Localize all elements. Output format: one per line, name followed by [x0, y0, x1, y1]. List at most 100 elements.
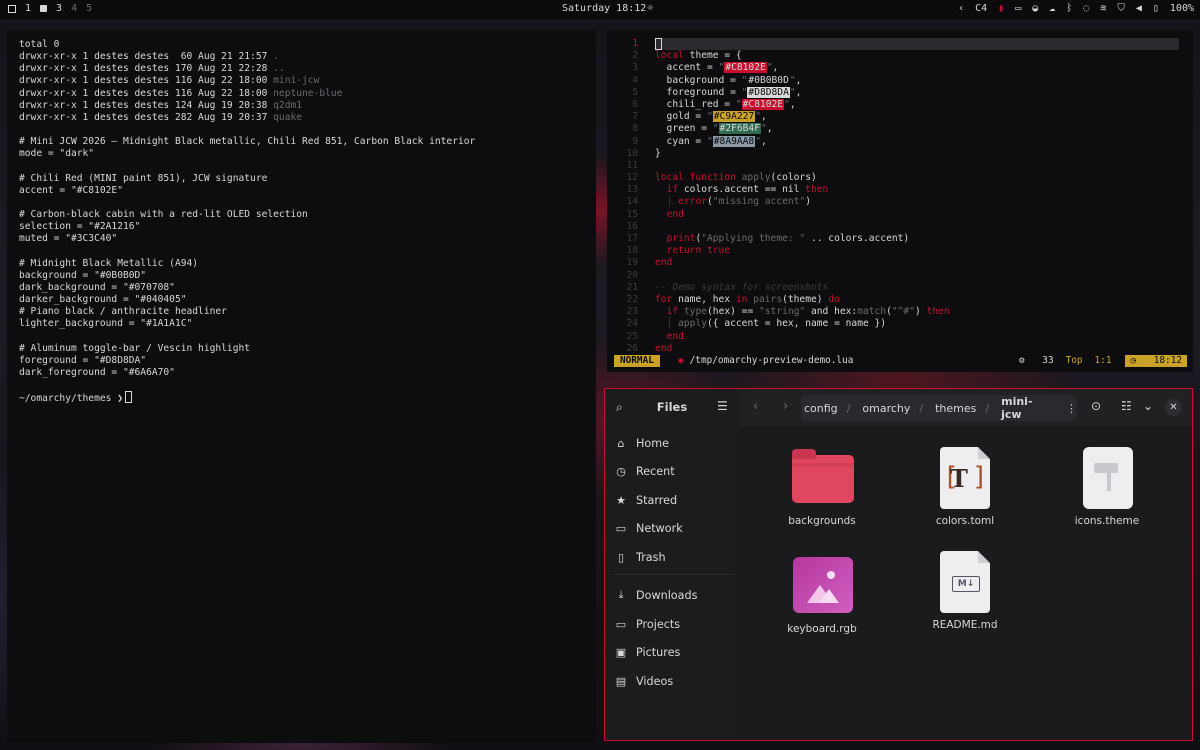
picture-icon: ▣	[615, 645, 627, 659]
terminal-line: drwxr-xr-x 1 destes destes 116 Aug 22 18…	[19, 88, 584, 100]
back-arrow-icon[interactable]: ‹	[753, 399, 758, 414]
file-name: README.md	[932, 619, 998, 631]
breadcrumb-config[interactable]: config	[804, 402, 838, 415]
sidebar-item-trash[interactable]: ▯ Trash	[614, 545, 736, 569]
code-line: 8 green = "#2F6B4F",	[632, 123, 773, 135]
code-line: 18 return true	[626, 245, 731, 257]
terminal-line: drwxr-xr-x 1 destes destes 116 Aug 22 18…	[19, 75, 584, 87]
terminal-line: # Midnight Black Metallic (A94)	[19, 257, 199, 269]
terminal-line: dark_background = "#070708"	[19, 281, 175, 293]
lua-file-icon: ◉	[678, 355, 684, 366]
terminal-prompt-line[interactable]: ~/omarchy/themes ❯	[19, 391, 584, 404]
ls-entry-name: .	[273, 51, 279, 63]
star-icon: ★	[616, 493, 626, 507]
code-line: 14 │ error("missing accent")	[626, 196, 811, 208]
color-swatch-cyan: #8A9AA8	[712, 135, 756, 147]
folder-icon	[792, 449, 854, 503]
file-item-keyboard-rgb[interactable]: keyboard.rgb	[766, 555, 878, 635]
trash-icon: ▯	[617, 550, 625, 564]
active-workspace-dot-icon	[40, 5, 48, 12]
sidebar-item-home[interactable]: ⌂ Home	[614, 431, 736, 455]
code-line: 19 end	[626, 257, 673, 269]
text-file-icon: [T]	[940, 447, 990, 509]
file-item-icons-theme[interactable]: icons.theme	[1051, 447, 1163, 527]
sidebar-item-downloads[interactable]: ⤓ Downloads	[614, 583, 736, 607]
files-content[interactable]: ‹ › config / omarchy / themes / mini-jcw…	[739, 389, 1192, 740]
c4-indicator[interactable]: C4	[975, 3, 987, 14]
volume-icon[interactable]: ◀	[1136, 3, 1142, 14]
file-path: /tmp/omarchy-preview-demo.lua	[689, 355, 854, 366]
file-item-readme-md[interactable]: M↓ README.md	[909, 551, 1021, 631]
ls-entry-meta: drwxr-xr-x 1 destes destes 116 Aug 22 18…	[19, 75, 274, 87]
kebab-menu-icon[interactable]: ⋮	[1066, 402, 1077, 415]
code-line: 26 end	[626, 342, 673, 354]
sidebar-divider	[614, 574, 734, 575]
terminal-line: drwxr-xr-x 1 destes destes 170 Aug 21 22…	[19, 63, 584, 75]
bluetooth-icon[interactable]: ᛒ	[1066, 3, 1072, 14]
file-name: colors.toml	[935, 515, 995, 527]
shield-icon[interactable]: ⛉	[1117, 3, 1125, 14]
terminal-window[interactable]: total 0 drwxr-xr-x 1 destes destes 60 Au…	[7, 30, 596, 743]
breadcrumb-themes[interactable]: themes	[935, 402, 976, 415]
editor-cursor	[655, 38, 662, 50]
clock-icon: ◷	[616, 464, 626, 478]
wifi-icon[interactable]: ≋	[1100, 3, 1106, 14]
record-icon[interactable]: ▮	[998, 3, 1004, 14]
chevron-left-icon[interactable]: ‹	[958, 3, 964, 14]
screen-icon[interactable]: ▭	[1015, 3, 1021, 14]
image-file-icon	[793, 557, 853, 613]
terminal-line: dark_foreground = "#6A6A70"	[19, 366, 175, 378]
sidebar-item-recent[interactable]: ◷ Recent	[614, 459, 736, 483]
code-line: 5 foreground = "#D8D8DA",	[632, 86, 802, 98]
code-line: 16	[626, 220, 638, 232]
sidebar-item-starred[interactable]: ★ Starred	[614, 488, 736, 512]
file-name: keyboard.rgb	[787, 623, 857, 635]
workspace-5[interactable]: 5	[86, 3, 92, 14]
sidebar-item-pictures[interactable]: ▣ Pictures	[614, 640, 736, 664]
search-folder-icon[interactable]: ⊙	[1091, 399, 1101, 413]
code-line: 7 gold = "#C9A227",	[632, 111, 767, 123]
chevron-down-icon[interactable]: ⌄	[1143, 399, 1153, 413]
app-launcher-icon[interactable]	[8, 4, 16, 13]
ls-entry-meta: drwxr-xr-x 1 destes destes 170 Aug 21 22…	[19, 63, 274, 75]
terminal-line: drwxr-xr-x 1 destes destes 60 Aug 21 21:…	[19, 51, 584, 63]
terminal-line: total 0	[19, 39, 60, 50]
sidebar-item-projects[interactable]: ▭ Projects	[614, 612, 736, 636]
color-swatch-chili-red: #C8102E	[741, 98, 785, 110]
forward-arrow-icon[interactable]: ›	[783, 399, 788, 414]
cursor-position: 1:1	[1094, 355, 1112, 366]
code-line: 24 │ apply({ accent = hex, name = name }…	[626, 318, 887, 330]
close-icon[interactable]: ✕	[1165, 399, 1182, 416]
sun-icon[interactable]: ☼	[647, 3, 653, 14]
file-item-backgrounds[interactable]: backgrounds	[766, 447, 878, 527]
color-swatch-background: #0B0B0D	[747, 74, 790, 86]
workspace-1[interactable]: 1	[25, 3, 31, 14]
gamepad-icon[interactable]: ◒	[1032, 3, 1038, 14]
terminal-line: lighter_background = "#1A1A1C"	[19, 318, 193, 330]
workspace-3[interactable]: 3	[56, 3, 62, 14]
sidebar-item-network[interactable]: ▭ Network	[614, 516, 736, 540]
battery-icon[interactable]: ▯	[1153, 3, 1159, 14]
ls-entry-meta: drwxr-xr-x 1 destes destes 116 Aug 22 18…	[19, 87, 274, 99]
code-line: 11	[626, 159, 638, 171]
cloud-icon[interactable]: ☁	[1049, 3, 1055, 14]
file-manager-window[interactable]: ⌕ Files ☰ ⌂ Home ◷ Recent ★ Starred ▭ Networ…	[604, 388, 1193, 741]
folder-icon: ▭	[615, 617, 627, 631]
code-area[interactable]: 1 2 local theme = { 3 accent = "#C8102E",…	[607, 38, 1193, 355]
hamburger-menu-icon[interactable]: ☰	[717, 399, 728, 413]
statusline-clock: ◷ 18:12	[1125, 355, 1187, 367]
vim-mode-badge: NORMAL	[614, 355, 660, 367]
list-view-icon[interactable]: ☷	[1121, 399, 1132, 413]
file-item-colors-toml[interactable]: [T] colors.toml	[909, 447, 1021, 527]
breadcrumb-omarchy[interactable]: omarchy	[862, 402, 910, 415]
clock[interactable]: Saturday 18:12	[562, 3, 646, 14]
files-sidebar: ⌕ Files ☰ ⌂ Home ◷ Recent ★ Starred ▭ Networ…	[605, 389, 739, 740]
neovim-editor[interactable]: 1 2 local theme = { 3 accent = "#C8102E",…	[607, 30, 1193, 372]
settings-icon[interactable]: ◌	[1083, 3, 1089, 14]
workspace-4[interactable]: 4	[71, 3, 77, 14]
breadcrumb-mini-jcw[interactable]: mini-jcw	[1001, 395, 1046, 421]
color-swatch-green: #2F6B4F	[718, 123, 761, 135]
terminal-line: # Aluminum toggle-bar / Vescin highlight	[19, 342, 251, 354]
sidebar-item-videos[interactable]: ▤ Videos	[614, 669, 736, 693]
